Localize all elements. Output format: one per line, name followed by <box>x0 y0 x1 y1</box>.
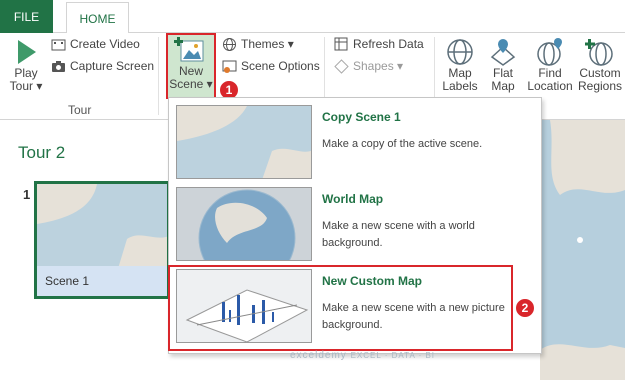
find-location-label-2: Location <box>527 79 573 93</box>
scene-map-thumbnail <box>37 184 167 272</box>
create-video-label: Create Video <box>70 37 140 51</box>
flat-map-button[interactable]: Flat Map <box>484 37 522 93</box>
custom-regions-label-2: Regions <box>577 79 623 93</box>
play-icon <box>18 40 36 64</box>
watermark: exceldemy EXCEL · DATA · BI <box>290 350 436 361</box>
capture-screen-button[interactable]: Capture Screen <box>51 56 154 76</box>
tab-file[interactable]: FILE <box>0 0 53 33</box>
world-map-title: World Map <box>322 192 384 206</box>
scene-thumbnail[interactable]: Scene 1 <box>34 181 170 299</box>
themes-label: Themes ▾ <box>241 37 294 51</box>
play-tour-button[interactable]: Play Tour ▾ <box>6 37 46 93</box>
capture-screen-label: Capture Screen <box>70 59 155 73</box>
shapes-icon <box>334 58 349 74</box>
find-location-button[interactable]: Find Location <box>526 37 574 93</box>
refresh-data-icon <box>334 37 348 50</box>
custom-map-highlight <box>168 265 513 351</box>
refresh-data-label: Refresh Data <box>353 37 424 51</box>
camera-icon <box>52 60 65 72</box>
scene-options-button[interactable]: Scene Options <box>222 56 320 76</box>
tour-group-label: Tour <box>68 103 92 117</box>
new-scene-icon <box>174 37 204 62</box>
map-background <box>540 120 625 380</box>
copy-scene-title: Copy Scene 1 <box>322 110 401 124</box>
copy-scene-desc: Make a copy of the active scene. <box>322 138 483 150</box>
map-labels-button[interactable]: Map Labels <box>440 37 480 93</box>
flat-map-icon <box>490 39 516 66</box>
new-scene-label-2: Scene ▾ <box>169 77 213 91</box>
flat-map-label-2: Map <box>491 79 515 93</box>
tour-title: Tour 2 <box>18 143 66 162</box>
scene-number: 1 <box>23 187 31 202</box>
shapes-button[interactable]: Shapes ▾ <box>334 56 403 76</box>
play-tour-label-2: Tour ▾ <box>9 79 43 93</box>
scene-label: Scene 1 <box>37 266 167 296</box>
new-scene-button[interactable]: New Scene ▾ <box>166 33 216 99</box>
menu-item-copy-scene[interactable]: Copy Scene 1 Make a copy of the active s… <box>173 100 539 182</box>
themes-button[interactable]: Themes ▾ <box>222 34 294 54</box>
create-video-button[interactable]: Create Video <box>51 34 140 54</box>
globe-icon <box>223 37 236 51</box>
custom-regions-button[interactable]: Custom Regions <box>576 37 624 93</box>
map-land-shapes <box>540 120 625 380</box>
scene-options-icon <box>222 60 237 73</box>
scene-options-label: Scene Options <box>241 59 320 73</box>
copy-scene-thumbnail <box>176 105 312 179</box>
custom-regions-icon <box>585 39 613 66</box>
ribbon-tabs: FILE HOME <box>0 0 625 34</box>
map-labels-label-2: Labels <box>442 79 478 93</box>
world-map-thumbnail <box>176 187 312 261</box>
film-icon <box>51 39 66 50</box>
find-location-icon <box>537 38 562 66</box>
menu-item-world-map[interactable]: World Map Make a new scene with a world … <box>173 182 539 264</box>
group-divider <box>158 37 159 115</box>
step-badge-2: 2 <box>514 297 536 319</box>
refresh-data-button[interactable]: Refresh Data <box>334 34 424 54</box>
map-labels-icon <box>447 39 473 65</box>
shapes-label: Shapes ▾ <box>353 59 404 73</box>
world-map-desc: Make a new scene with a world background… <box>322 220 475 249</box>
tab-home[interactable]: HOME <box>66 2 129 34</box>
